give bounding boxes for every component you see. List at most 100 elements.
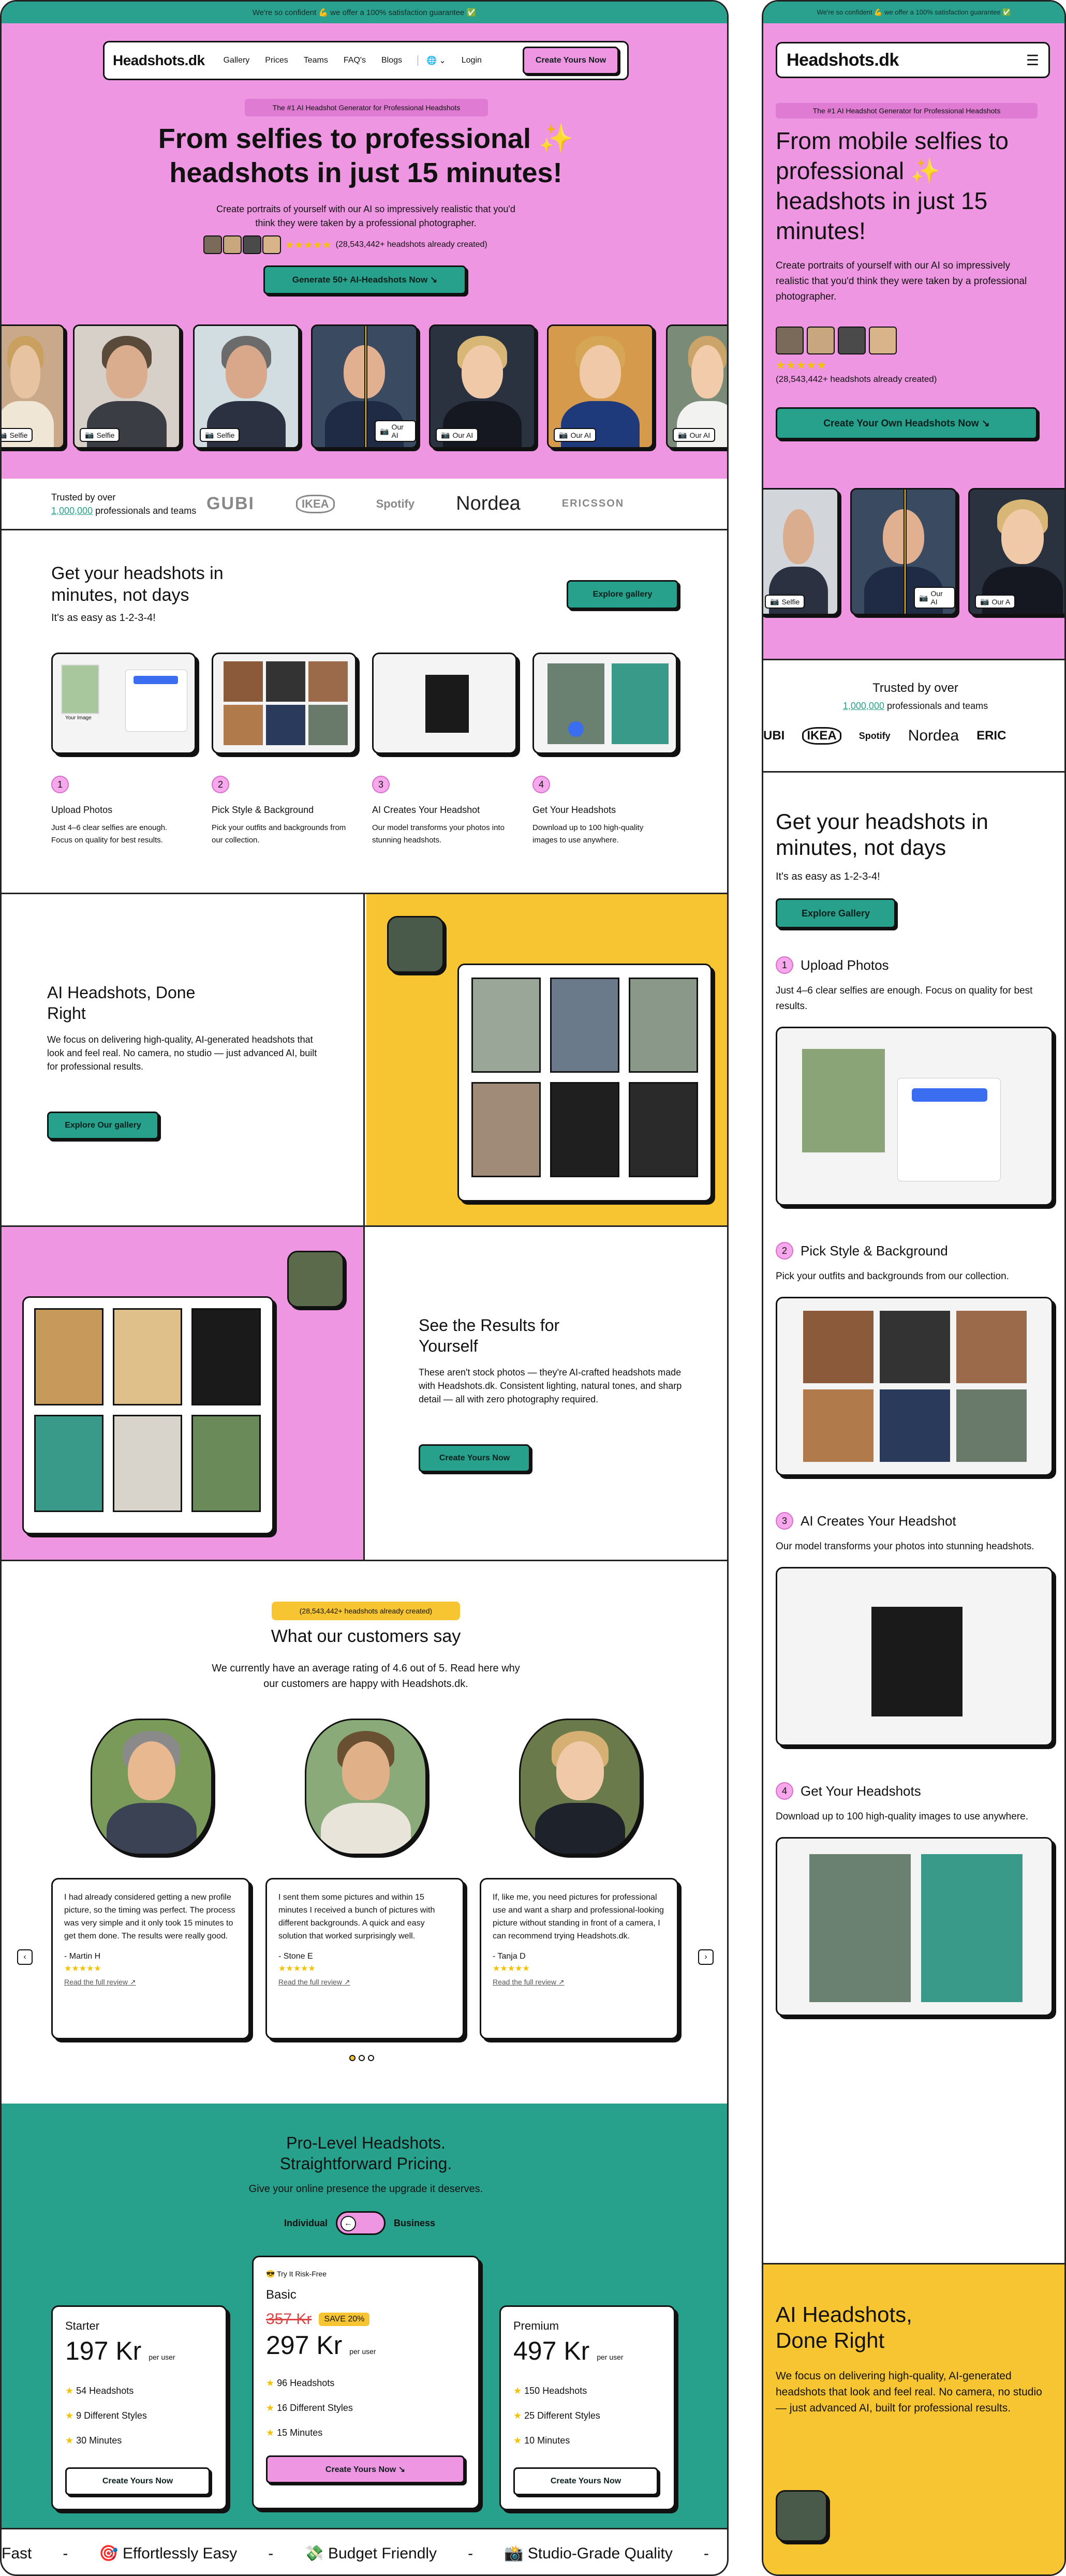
brand-logo[interactable]: Headshots.dk (787, 50, 899, 70)
photo-tag: 📷 Our AI (554, 428, 597, 442)
results-visual (2, 1227, 365, 1560)
pricing-title: Pro-Level Headshots. Straightforward Pric… (279, 2134, 452, 2173)
nav-login[interactable]: Login (462, 56, 482, 65)
review-card: If, like me, you need pictures for profe… (480, 1878, 678, 2039)
read-review-link[interactable]: Read the full review ↗ (493, 1978, 665, 1987)
style-grid-card (212, 653, 357, 754)
plan-card-premium: Premium 497 Kr per user ★ 150 Headshots … (499, 2305, 675, 2510)
done-right-section: AI Headshots, Done Right We focus on del… (2, 893, 727, 1227)
trusted-text: Trusted by over 1,000,000 professionals … (51, 492, 197, 516)
hamburger-menu-icon[interactable]: ☰ (1026, 52, 1039, 69)
explore-our-gallery-button[interactable]: Explore Our gallery (47, 1112, 159, 1139)
photo-tag: 📷 Selfie (2, 428, 33, 442)
starter-cta-button[interactable]: Create Yours Now (65, 2467, 210, 2495)
result-grid (22, 1296, 274, 1534)
ai-processing-card (372, 653, 517, 754)
nav-teams[interactable]: Teams (304, 56, 328, 65)
nav-cta-button[interactable]: Create Yours Now (523, 47, 619, 75)
mobile-hero-cta-button[interactable]: Create Your Own Headshots Now ↘ (776, 407, 1038, 439)
desktop-frame: We're so confident 💪 we offer a 100% sat… (0, 0, 729, 2576)
selfie-photo: 📷 Selfie (763, 488, 839, 615)
mobile-frame: We're so confident 💪 we offer a 100% sat… (762, 0, 1066, 2576)
reviews-subtitle: We currently have an average rating of 4… (212, 1663, 520, 1690)
selfie-photo: 📷 Selfie (73, 324, 181, 449)
plan-card-starter: Starter 197 Kr per user ★ 54 Headshots ★… (51, 2305, 227, 2510)
rating-stars: ★★★★★ (285, 239, 332, 251)
ai-headshot-photo: 📷 Our A (968, 488, 1064, 615)
reviews-badge: (28,543,442+ headshots already created) (272, 1602, 460, 1620)
photo-tag: 📷 Selfie (200, 428, 240, 442)
steps-title: Get your headshots in minutes, not days (51, 564, 224, 605)
nav-prices[interactable]: Prices (265, 56, 288, 65)
logo-spotify: Spotify (376, 497, 415, 510)
plan-card-basic: 😎 Try It Risk-Free Basic 357 Kr SAVE 20% … (252, 2256, 480, 2509)
carousel-dots[interactable] (349, 2055, 374, 2061)
results-body: These aren't stock photos — they're AI-c… (419, 1367, 682, 1404)
basic-cta-button[interactable]: Create Yours Now ↘ (266, 2455, 465, 2483)
mobile-navbar: Headshots.dk ☰ (776, 42, 1050, 78)
premium-cta-button[interactable]: Create Yours Now (513, 2467, 658, 2495)
client-logos: GUBI IKEA Spotify Nordea ERICSSON (206, 493, 624, 515)
reviewer-photo (91, 1719, 213, 1855)
photo-tag: 📷 Our AI (375, 420, 416, 442)
mobile-hero-title: From mobile selfies to professional ✨ he… (776, 127, 1009, 244)
logo-ericsson: ERICSSON (561, 498, 625, 509)
reviews-title: What our customers say (271, 1626, 461, 1646)
read-review-link[interactable]: Read the full review ↗ (64, 1978, 237, 1987)
toggle-individual[interactable]: Individual (284, 2218, 328, 2229)
plan-toggle-switch[interactable]: ← (336, 2211, 386, 2235)
headshot-count: (28,543,442+ headshots already created) (335, 240, 487, 249)
ai-headshot-photo: 📷 Our AI (547, 324, 654, 449)
hero-social-proof: ★★★★★ (28,543,442+ headshots already cre… (203, 235, 487, 254)
reviewer-photo (305, 1719, 427, 1855)
explore-gallery-button[interactable]: Explore gallery (567, 580, 678, 609)
download-result-card (532, 653, 677, 754)
upload-mockup-card: Your Image (51, 653, 196, 754)
read-review-link[interactable]: Read the full review ↗ (278, 1978, 451, 1987)
reviews-section: (28,543,442+ headshots already created) … (2, 1561, 727, 2104)
steps-section: Get your headshots in minutes, not days … (2, 530, 727, 893)
steps-list: 1 Upload Photos Just 4–6 clear selfies are… (51, 776, 688, 847)
mobile-trusted: Trusted by over 1,000,000 professionals … (763, 659, 1064, 773)
photo-tag: 📷 Our AI (673, 428, 716, 442)
step-item: 4 Get Your Headshots Download up to 100 hi… (532, 776, 677, 847)
hero-social-proof: ★★★★★ (28,543,442+ headshots already cre… (776, 327, 937, 384)
avatar (387, 916, 444, 973)
navbar: Headshots.dk Gallery Prices Teams FAQ's … (103, 41, 629, 80)
brand-logo[interactable]: Headshots.dk (113, 52, 205, 69)
hero-section: Headshots.dk Gallery Prices Teams FAQ's … (2, 23, 727, 479)
nav-faqs[interactable]: FAQ's (344, 56, 366, 65)
nav-blogs[interactable]: Blogs (381, 56, 402, 65)
photo-tag: 📷 Our AI (436, 428, 479, 442)
carousel-next-icon[interactable]: › (698, 1949, 714, 1965)
explore-gallery-button[interactable]: Explore Gallery (776, 898, 896, 928)
reviewer-photo (519, 1719, 641, 1855)
hero-cta-button[interactable]: Generate 50+ AI-Headshots Now ↘ (263, 265, 466, 294)
hero-subtitle: Create portraits of yourself with our AI… (776, 260, 1027, 302)
guarantee-banner: We're so confident 💪 we offer a 100% sat… (763, 2, 1064, 23)
pricing-subtitle: Give your online presence the upgrade it… (248, 2183, 483, 2195)
language-globe-icon[interactable]: 🌐 ⌄ (417, 55, 446, 66)
step-item: 1 Upload Photos Just 4–6 clear selfies are… (51, 776, 196, 847)
logo-gubi: GUBI (206, 494, 255, 513)
feature-ticker: Fast - 🎯 Effortlessly Easy - 💸 Budget Friend… (2, 2528, 727, 2574)
hero-subtitle: Create portraits of yourself with our AI… (216, 204, 515, 228)
hero-title: From selfies to professional ✨ headshots … (158, 123, 574, 188)
download-result-card (776, 1837, 1053, 2016)
results-cta-button[interactable]: Create Yours Now (419, 1444, 530, 1472)
mobile-steps: Get your headshots in minutes, not days … (776, 809, 1055, 2016)
pricing-section: Pro-Level Headshots. Straightforward Pric… (2, 2104, 727, 2528)
upload-mockup-card (776, 1027, 1053, 1206)
review-card: I had already considered getting a new p… (51, 1878, 250, 2039)
result-grid (457, 964, 712, 1202)
step-item: 2 Pick Style & Background Pick your outfit… (212, 776, 357, 847)
avatar-stack (203, 235, 281, 254)
nav-gallery[interactable]: Gallery (224, 56, 250, 65)
carousel-prev-icon[interactable]: ‹ (17, 1949, 33, 1965)
toggle-business[interactable]: Business (394, 2218, 435, 2229)
review-card: I sent them some pictures and within 15 … (265, 1878, 464, 2039)
split-comparison-photo: 📷 Our AI (850, 488, 957, 615)
selfie-photo: 📷 Selfie (193, 324, 300, 449)
mobile-done-right: AI Headshots, Done Right We focus on del… (763, 2263, 1064, 2574)
hero-badge: The #1 AI Headshot Generator for Profess… (245, 99, 488, 116)
